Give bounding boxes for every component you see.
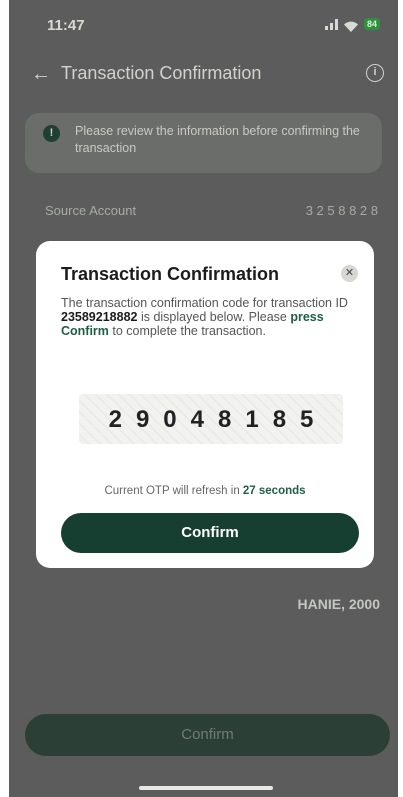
- source-account-label: Source Account: [45, 203, 137, 218]
- back-arrow-icon[interactable]: ←: [31, 63, 51, 86]
- info-icon[interactable]: i: [366, 64, 384, 82]
- refresh-prefix: Current OTP will refresh in: [104, 485, 243, 497]
- otp-modal: Transaction Confirmation ✕ The transacti…: [36, 241, 374, 568]
- status-icons: 84: [324, 18, 380, 32]
- header: ← Transaction Confirmation i: [9, 55, 398, 91]
- battery-icon: 84: [363, 18, 380, 30]
- wifi-icon: [343, 19, 358, 32]
- modal-description: The transaction confirmation code for tr…: [61, 296, 359, 338]
- refresh-countdown: 27 seconds: [242, 485, 306, 497]
- bottom-confirm-button[interactable]: Confirm: [25, 714, 390, 756]
- signal-icon: [324, 18, 338, 30]
- home-indicator: [139, 786, 273, 790]
- desc-text-1: The transaction confirmation code for tr…: [61, 296, 348, 310]
- notice-text: Please review the information before con…: [75, 124, 360, 155]
- confirm-button[interactable]: Confirm: [61, 513, 359, 553]
- page-title: Transaction Confirmation: [61, 63, 262, 83]
- close-icon[interactable]: ✕: [341, 265, 358, 282]
- desc-text-2: is displayed below. Please: [137, 310, 291, 324]
- amount-value: HANIE, 2000: [297, 596, 380, 612]
- desc-text-3: to complete the transaction.: [108, 324, 266, 338]
- source-account-value: 3 2 5 8 8 2 8: [305, 203, 378, 218]
- status-time: 11:47: [47, 17, 85, 34]
- otp-refresh-text: Current OTP will refresh in 27 seconds: [36, 485, 374, 497]
- status-bar: 11:47 84: [9, 0, 398, 50]
- otp-code: 29048185: [108, 406, 328, 433]
- alert-icon: !: [43, 125, 60, 142]
- otp-code-box: 29048185: [79, 394, 343, 444]
- source-account-row: Source Account 3 2 5 8 8 2 8: [45, 203, 378, 218]
- notice-banner: ! Please review the information before c…: [25, 113, 382, 173]
- transaction-id: 23589218882: [61, 310, 138, 324]
- modal-title: Transaction Confirmation: [61, 264, 280, 284]
